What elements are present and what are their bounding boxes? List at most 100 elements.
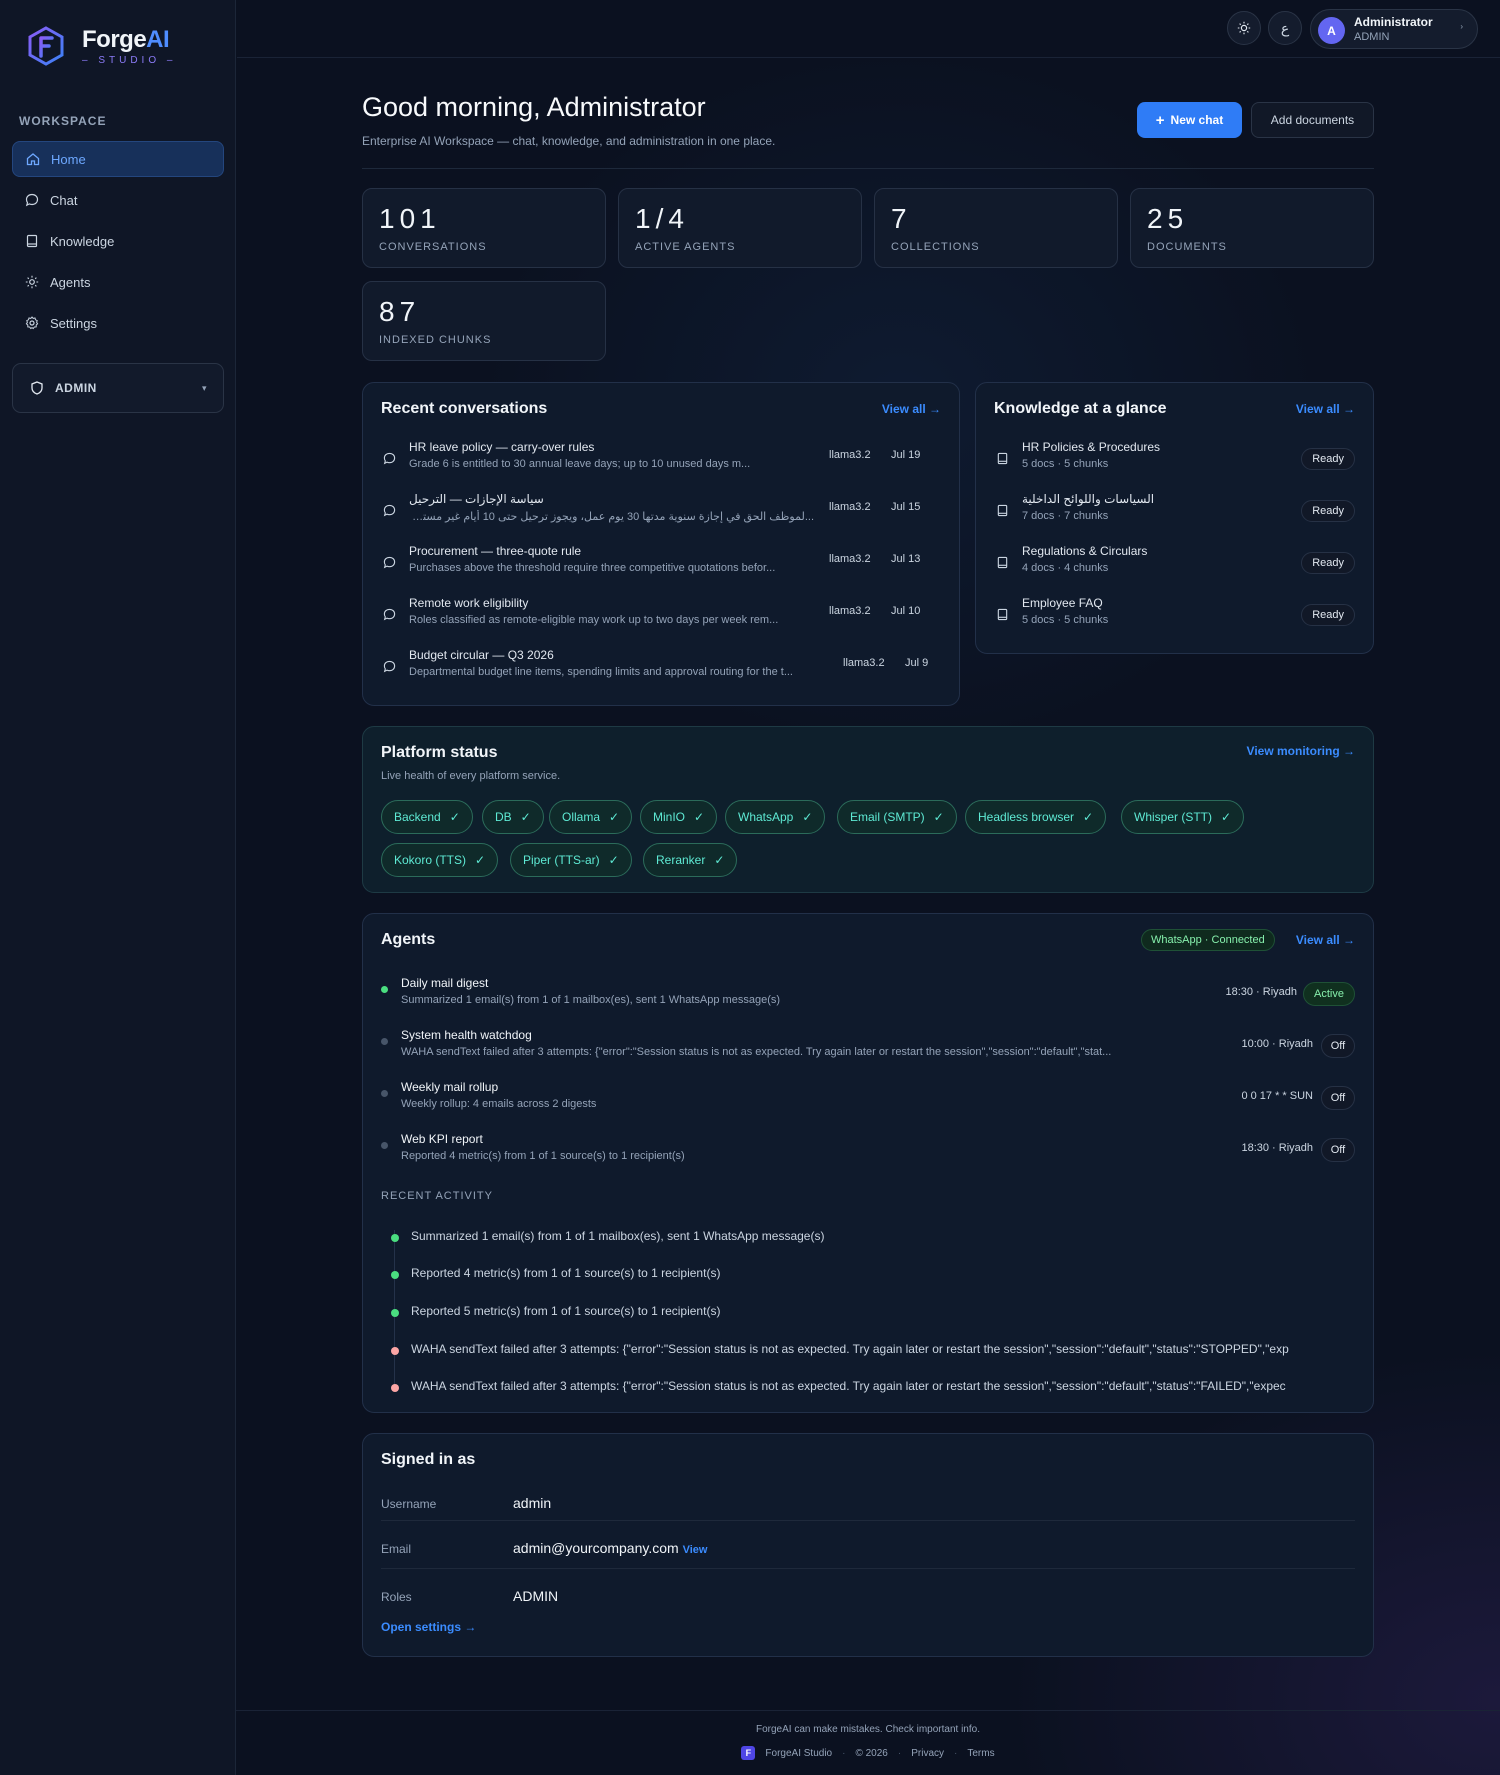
view-monitoring-link[interactable]: View monitoring →	[1247, 744, 1355, 758]
collection-stats: 5 docs · 5 chunks	[1022, 614, 1109, 626]
new-chat-button[interactable]: + New chat	[1137, 102, 1242, 138]
user-menu[interactable]: A Administrator ADMIN ›	[1310, 9, 1478, 49]
agent-row[interactable]: System health watchdog WAHA sendText fai…	[381, 1028, 1355, 1072]
activity-item: Summarized 1 email(s) from 1 of 1 mailbo…	[411, 1229, 825, 1243]
collection-title: Regulations & Circulars	[1022, 544, 1148, 558]
email-value-wrap: admin@yourcompany.com View	[513, 1540, 707, 1556]
service-chip-reranker[interactable]: Reranker ✓	[643, 843, 738, 877]
theme-toggle-button[interactable]	[1227, 11, 1261, 45]
top-bar: ع A Administrator ADMIN ›	[237, 0, 1500, 58]
stat-label: DOCUMENTS	[1147, 241, 1227, 253]
service-chip-headless-browser[interactable]: Headless browser ✓	[965, 800, 1107, 834]
service-chip-kokoro[interactable]: Kokoro (TTS) ✓	[381, 843, 499, 877]
plus-icon: +	[1155, 111, 1165, 129]
separator: ·	[842, 1747, 846, 1759]
check-icon: ✓	[694, 810, 705, 824]
brand-logo[interactable]: ForgeAI – STUDIO –	[26, 26, 176, 66]
agent-schedule: 18:30 · Riyadh	[1225, 986, 1297, 998]
service-chip-piper[interactable]: Piper (TTS-ar) ✓	[510, 843, 632, 877]
service-chip-minio[interactable]: MinIO ✓	[640, 800, 718, 834]
activity-dot	[391, 1234, 399, 1242]
list-item[interactable]: سياسة الإجازات — الترحيل ...لموظف الحق ف…	[381, 492, 941, 536]
service-name: Reranker	[656, 853, 706, 867]
footer-disclaimer: ForgeAI can make mistakes. Check importa…	[756, 1724, 980, 1735]
stat-card-active-agents[interactable]: 1/4 ACTIVE AGENTS	[618, 188, 862, 268]
stat-card-documents[interactable]: 25 DOCUMENTS	[1130, 188, 1374, 268]
agent-row[interactable]: Web KPI report Reported 4 metric(s) from…	[381, 1132, 1355, 1176]
divider	[381, 1520, 1355, 1521]
stat-card-collections[interactable]: 7 COLLECTIONS	[874, 188, 1118, 268]
conversation-model: llama3.2	[829, 449, 871, 461]
check-icon: ✓	[520, 810, 531, 824]
list-item[interactable]: Procurement — three-quote rule Purchases…	[381, 544, 941, 588]
brand-sub: – STUDIO –	[82, 55, 177, 66]
stat-card-indexed-chunks[interactable]: 87 INDEXED CHUNKS	[362, 281, 606, 361]
chat-icon	[381, 502, 397, 518]
list-item[interactable]: Remote work eligibility Roles classified…	[381, 596, 941, 640]
service-chip-db[interactable]: DB ✓	[482, 800, 544, 834]
book-icon	[994, 450, 1010, 466]
sidebar-item-settings[interactable]: Settings	[12, 305, 224, 341]
stat-card-conversations[interactable]: 101 CONVERSATIONS	[362, 188, 606, 268]
activity-list: Summarized 1 email(s) from 1 of 1 mailbo…	[381, 1214, 1373, 1404]
stat-value: 101	[379, 203, 441, 234]
service-chip-email[interactable]: Email (SMTP) ✓	[837, 800, 957, 834]
conversation-title: Procurement — three-quote rule	[409, 544, 582, 558]
whatsapp-status-badge: WhatsApp · Connected	[1141, 929, 1275, 951]
activity-item: WAHA sendText failed after 3 attempts: {…	[411, 1379, 1286, 1393]
list-item[interactable]: Budget circular — Q3 2026 Departmental b…	[381, 648, 941, 692]
check-icon: ✓	[1221, 810, 1232, 824]
email-label: Email	[381, 1542, 412, 1556]
agent-status-badge[interactable]: Off	[1321, 1138, 1355, 1162]
list-item[interactable]: Employee FAQ 5 docs · 5 chunks Ready	[994, 596, 1355, 640]
agent-schedule: 0 0 17 * * SUN	[1241, 1090, 1313, 1102]
conversation-date: Jul 9	[905, 657, 929, 669]
collection-stats: 7 docs · 7 chunks	[1022, 510, 1109, 522]
add-documents-button[interactable]: Add documents	[1251, 102, 1374, 138]
conversation-title: HR leave policy — carry-over rules	[409, 440, 595, 454]
agents-view-all-link[interactable]: View all →	[1296, 933, 1355, 947]
book-icon	[994, 554, 1010, 570]
sidebar-item-label: Knowledge	[50, 233, 115, 249]
agent-row[interactable]: Daily mail digest Summarized 1 email(s) …	[381, 976, 1355, 1020]
conversation-preview: Departmental budget line items, spending…	[409, 666, 793, 678]
sidebar-item-label: Settings	[50, 315, 97, 331]
recent-view-all-link[interactable]: View all →	[882, 402, 941, 416]
list-item[interactable]: السياسات واللوائح الداخلية 7 docs · 7 ch…	[994, 492, 1355, 536]
privacy-link[interactable]: Privacy	[911, 1748, 944, 1759]
conversation-preview: Roles classified as remote-eligible may …	[409, 614, 779, 626]
sidebar-item-label: Home	[51, 151, 86, 167]
agent-status-badge[interactable]: Off	[1321, 1086, 1355, 1110]
check-icon: ✓	[449, 810, 460, 824]
stat-value: 7	[891, 203, 912, 234]
service-chip-whisper[interactable]: Whisper (STT) ✓	[1121, 800, 1245, 834]
check-icon: ✓	[609, 810, 620, 824]
sidebar-item-label: Agents	[50, 274, 91, 290]
email-value: admin@yourcompany.com	[513, 1540, 679, 1556]
service-chip-whatsapp[interactable]: WhatsApp ✓	[725, 800, 826, 834]
stat-label: INDEXED CHUNKS	[379, 334, 492, 346]
email-view-link[interactable]: View	[683, 1544, 708, 1556]
admin-menu[interactable]: ADMIN ▾	[12, 363, 224, 413]
list-item[interactable]: Regulations & Circulars 4 docs · 4 chunk…	[994, 544, 1355, 588]
sidebar-item-knowledge[interactable]: Knowledge	[12, 223, 224, 259]
agent-row[interactable]: Weekly mail rollup Weekly rollup: 4 emai…	[381, 1080, 1355, 1124]
footer-brand: ForgeAI Studio	[765, 1747, 833, 1759]
list-item[interactable]: HR leave policy — carry-over rules Grade…	[381, 440, 941, 484]
service-chip-ollama[interactable]: Ollama ✓	[549, 800, 633, 834]
sidebar-item-home[interactable]: Home	[12, 141, 224, 177]
terms-link[interactable]: Terms	[967, 1748, 994, 1759]
home-icon	[25, 151, 41, 167]
service-chip-backend[interactable]: Backend ✓	[381, 800, 473, 834]
language-toggle-button[interactable]: ع	[1268, 11, 1302, 45]
sidebar-item-chat[interactable]: Chat	[12, 182, 224, 218]
knowledge-view-all-link[interactable]: View all →	[1296, 402, 1355, 416]
agent-status-badge[interactable]: Active	[1303, 982, 1355, 1006]
conversation-date: Jul 15	[891, 501, 921, 513]
list-item[interactable]: HR Policies & Procedures 5 docs · 5 chun…	[994, 440, 1355, 484]
open-settings-link[interactable]: Open settings →	[381, 1620, 476, 1634]
stat-value: 87	[379, 296, 421, 327]
agent-status-badge[interactable]: Off	[1321, 1034, 1355, 1058]
service-name: Piper (TTS-ar)	[523, 853, 600, 867]
sidebar-item-agents[interactable]: Agents	[12, 264, 224, 300]
